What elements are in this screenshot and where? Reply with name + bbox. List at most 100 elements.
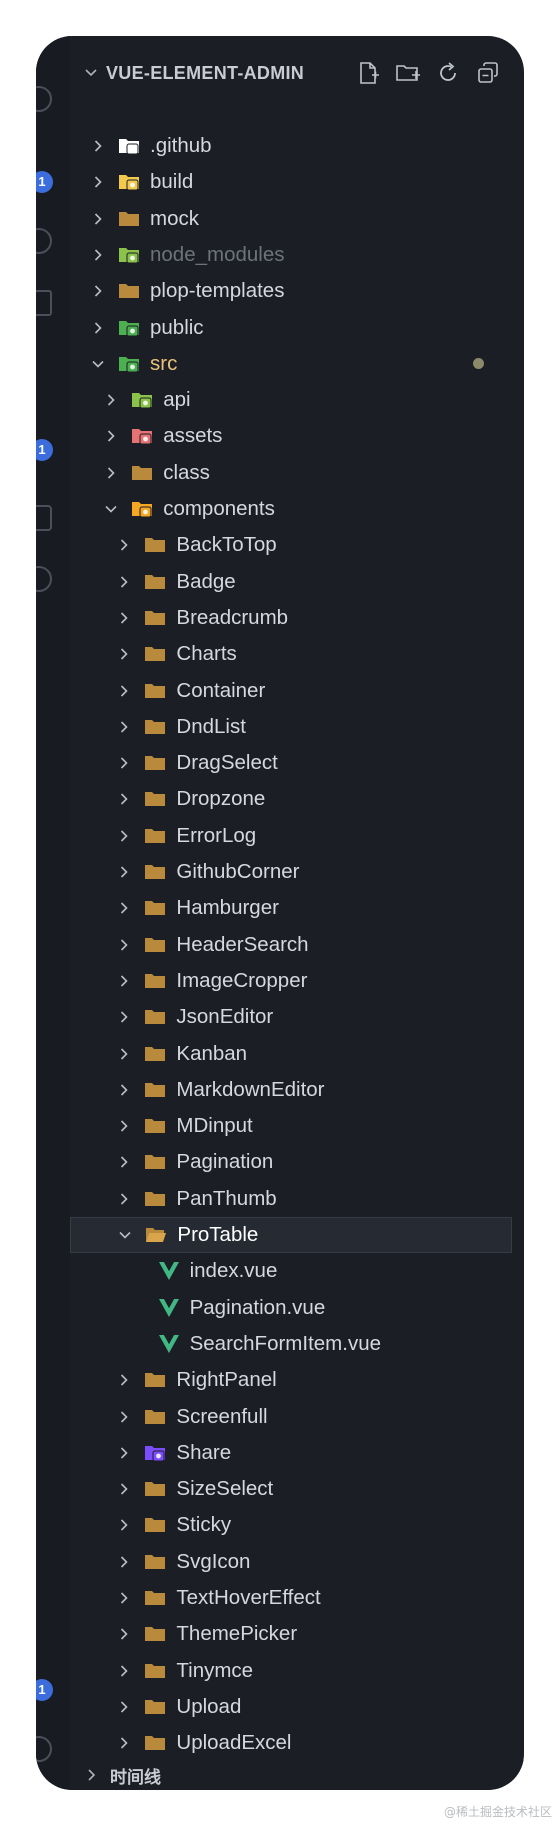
folder-item[interactable]: class xyxy=(70,455,512,491)
folder-item[interactable]: components xyxy=(70,491,512,527)
folder-name: MarkdownEditor xyxy=(176,1077,325,1101)
vue-file-icon xyxy=(158,1298,180,1318)
chevron-right-icon xyxy=(116,1118,132,1134)
share-folder-icon xyxy=(144,1443,166,1463)
extensions-activity-icon[interactable] xyxy=(36,505,52,531)
folder-item[interactable]: Breadcrumb xyxy=(70,600,512,636)
folder-item[interactable]: .github xyxy=(70,128,512,164)
folder-item[interactable]: Charts xyxy=(70,636,512,672)
folder-item[interactable]: DragSelect xyxy=(70,745,512,781)
folder-item[interactable]: BackToTop xyxy=(70,527,512,563)
folder-item[interactable]: TextHoverEffect xyxy=(70,1580,512,1616)
timeline-section-header[interactable]: 时间线 xyxy=(70,1760,524,1790)
folder-item[interactable]: JsonEditor xyxy=(70,999,512,1035)
folder-item[interactable]: HeaderSearch xyxy=(70,927,512,963)
folder-name: Charts xyxy=(176,642,237,666)
folder-item[interactable]: Kanban xyxy=(70,1036,512,1072)
folder-item[interactable]: build xyxy=(70,164,512,200)
watermark: @稀土掘金技术社区 xyxy=(443,1805,552,1819)
source-control-activity-icon[interactable] xyxy=(36,228,52,254)
folder-icon xyxy=(144,1588,166,1608)
chevron-right-icon xyxy=(116,1372,132,1388)
chevron-right-icon xyxy=(116,1082,132,1098)
folder-item[interactable]: src xyxy=(70,346,512,382)
folder-icon xyxy=(131,463,153,483)
folder-item[interactable]: node_modules xyxy=(70,237,512,273)
folder-item[interactable]: DndList xyxy=(70,709,512,745)
folder-icon xyxy=(144,1407,166,1427)
folder-name: TextHoverEffect xyxy=(176,1586,321,1609)
folder-item[interactable]: api xyxy=(70,382,512,418)
folder-item[interactable]: Upload xyxy=(70,1689,512,1725)
folder-icon xyxy=(144,1733,166,1753)
folder-item[interactable]: Share xyxy=(70,1435,512,1471)
folder-item[interactable]: ThemePicker xyxy=(70,1616,512,1652)
folder-item[interactable]: Hamburger xyxy=(70,890,512,926)
folder-item[interactable]: Dropzone xyxy=(70,781,512,817)
folder-item[interactable]: ImageCropper xyxy=(70,963,512,999)
folder-name: Container xyxy=(176,678,266,702)
folder-icon xyxy=(144,1080,166,1100)
remote-activity-icon[interactable] xyxy=(36,566,52,592)
chevron-right-icon xyxy=(116,537,132,553)
collapse-all-icon[interactable] xyxy=(474,59,502,87)
folder-item[interactable]: MarkdownEditor xyxy=(70,1072,512,1108)
new-file-icon[interactable] xyxy=(354,59,382,87)
folder-item[interactable]: Badge xyxy=(70,564,512,600)
file-item[interactable]: Pagination.vue xyxy=(70,1290,512,1326)
folder-name: Screenfull xyxy=(176,1404,268,1428)
folder-icon xyxy=(144,608,166,628)
folder-name: class xyxy=(163,460,210,484)
file-item[interactable]: index.vue xyxy=(70,1253,512,1289)
timeline-title: 时间线 xyxy=(110,1767,161,1787)
folder-item[interactable]: Pagination xyxy=(70,1144,512,1180)
folder-name: mock xyxy=(150,206,199,230)
chevron-right-icon xyxy=(116,1517,132,1533)
folder-item[interactable]: Tinymce xyxy=(70,1653,512,1689)
new-folder-icon[interactable] xyxy=(394,59,422,87)
accounts-activity-icon[interactable] xyxy=(36,1736,52,1762)
chevron-right-icon xyxy=(116,1046,132,1062)
chevron-right-icon xyxy=(116,574,132,590)
folder-name: Tinymce xyxy=(176,1658,254,1682)
folder-item[interactable]: PanThumb xyxy=(70,1181,512,1217)
file-item[interactable]: SearchFormItem.vue xyxy=(70,1326,512,1362)
folder-name: DndList xyxy=(176,714,246,738)
folder-item[interactable]: ProTable xyxy=(70,1217,512,1253)
folder-icon xyxy=(118,281,140,301)
activity-badge: 1 xyxy=(36,171,53,193)
file-name: Pagination.vue xyxy=(189,1295,326,1319)
folder-icon xyxy=(118,209,140,229)
folder-icon xyxy=(144,572,166,592)
folder-item[interactable]: mock xyxy=(70,201,512,237)
folder-item[interactable]: UploadExcel xyxy=(70,1725,512,1761)
folder-item[interactable]: ErrorLog xyxy=(70,818,512,854)
folder-item[interactable]: GithubCorner xyxy=(70,854,512,890)
folder-name: DragSelect xyxy=(176,751,278,775)
folder-item[interactable]: RightPanel xyxy=(70,1362,512,1398)
folder-icon xyxy=(144,862,166,882)
folder-item[interactable]: SizeSelect xyxy=(70,1471,512,1507)
explorer-activity-icon[interactable] xyxy=(36,86,52,112)
folder-name: HeaderSearch xyxy=(176,932,309,956)
folder-item[interactable]: Sticky xyxy=(70,1507,512,1543)
folder-name: UploadExcel xyxy=(176,1731,292,1755)
folder-item[interactable]: SvgIcon xyxy=(70,1544,512,1580)
folder-name: Badge xyxy=(176,569,236,593)
chevron-right-icon xyxy=(116,973,132,989)
folder-name: Kanban xyxy=(176,1041,248,1065)
refresh-icon[interactable] xyxy=(434,59,462,87)
folder-item[interactable]: assets xyxy=(70,418,512,454)
run-debug-activity-icon[interactable] xyxy=(36,290,52,316)
folder-item[interactable]: Screenfull xyxy=(70,1399,512,1435)
explorer-section-header[interactable]: VUE-ELEMENT-ADMIN xyxy=(70,56,524,90)
chevron-right-icon xyxy=(116,646,132,662)
folder-name: node_modules xyxy=(150,242,285,266)
folder-item[interactable]: MDinput xyxy=(70,1108,512,1144)
folder-open-icon xyxy=(145,1225,167,1245)
folder-item[interactable]: public xyxy=(70,310,512,346)
chevron-right-icon xyxy=(116,1554,132,1570)
folder-item[interactable]: Container xyxy=(70,673,512,709)
vscode-window: 1 1 1 VUE-ELEMENT-ADMIN .github build mo… xyxy=(36,36,524,1790)
folder-item[interactable]: plop-templates xyxy=(70,273,512,309)
